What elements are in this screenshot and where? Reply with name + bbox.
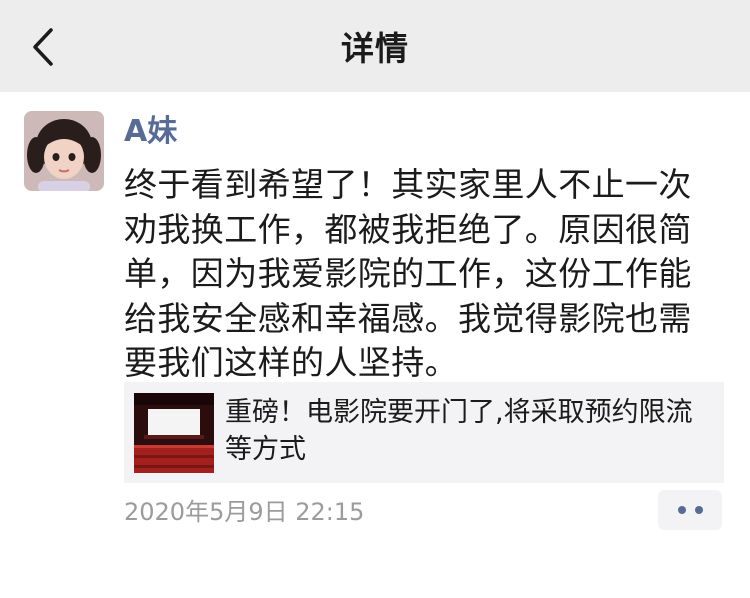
- nav-bar: 详情: [0, 0, 750, 92]
- page-title: 详情: [341, 29, 409, 68]
- link-thumbnail: [134, 393, 214, 473]
- child-avatar: [24, 111, 104, 191]
- author-name[interactable]: A妹: [124, 110, 177, 154]
- more-dots-icon: [677, 506, 686, 514]
- link-title: 重磅！电影院要开门了,将采取预约限流等方式: [225, 397, 693, 465]
- chevron-left-icon: [33, 28, 53, 66]
- shared-link-card[interactable]: 重磅！电影院要开门了,将采取预约限流等方式: [124, 382, 724, 483]
- more-button[interactable]: [658, 490, 722, 530]
- post-text: 终于看到希望了！其实家里人不止一次 劝我换工作，都被我拒绝了。原因很简 单，因为…: [124, 165, 692, 382]
- back-button[interactable]: [20, 24, 66, 70]
- cinema-thumbnail: [134, 393, 214, 473]
- post-timestamp: 2020年5月9日 22:15: [124, 498, 365, 526]
- avatar[interactable]: [24, 111, 104, 191]
- more-dots-icon: [694, 506, 703, 514]
